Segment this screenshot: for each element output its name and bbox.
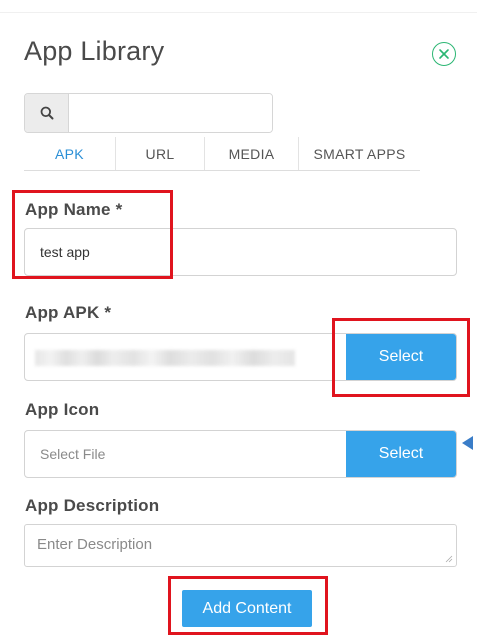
search-icon <box>40 106 53 120</box>
tab-media[interactable]: MEDIA <box>205 137 299 170</box>
resize-grip-icon[interactable] <box>445 555 453 563</box>
app-apk-file-field: Select <box>24 333 457 381</box>
app-apk-file-path[interactable] <box>25 334 346 380</box>
app-name-label: App Name * <box>25 200 123 219</box>
tab-smart-apps[interactable]: SMART APPS <box>299 137 420 170</box>
page-title: App Library <box>24 36 165 66</box>
app-icon-select-button[interactable]: Select <box>346 431 456 477</box>
app-library-panel: App Library APK URL MEDIA SMART APPS App… <box>0 0 477 635</box>
search-input[interactable] <box>69 94 272 132</box>
app-icon-label: App Icon <box>25 400 100 419</box>
tab-url[interactable]: URL <box>116 137 205 170</box>
app-name-value: test app <box>40 244 90 260</box>
close-circle-icon <box>439 49 449 59</box>
app-description-label: App Description <box>25 496 160 515</box>
pointer-arrow-icon <box>462 436 473 450</box>
app-apk-label: App APK * <box>25 303 112 322</box>
app-name-field[interactable]: test app <box>24 228 457 276</box>
search-box <box>24 93 273 133</box>
app-icon-file-placeholder[interactable]: Select File <box>25 431 346 477</box>
close-button[interactable] <box>432 42 456 66</box>
add-content-button[interactable]: Add Content <box>182 590 312 627</box>
app-description-placeholder: Enter Description <box>37 536 153 553</box>
app-description-field[interactable]: Enter Description <box>24 524 457 567</box>
top-divider <box>0 12 477 13</box>
content-type-tabs: APK URL MEDIA SMART APPS <box>24 137 420 171</box>
app-apk-select-button[interactable]: Select <box>346 334 456 380</box>
app-icon-file-field: Select File Select <box>24 430 457 478</box>
tab-apk[interactable]: APK <box>24 137 116 170</box>
blurred-file-name <box>35 350 295 366</box>
search-button[interactable] <box>25 94 69 132</box>
